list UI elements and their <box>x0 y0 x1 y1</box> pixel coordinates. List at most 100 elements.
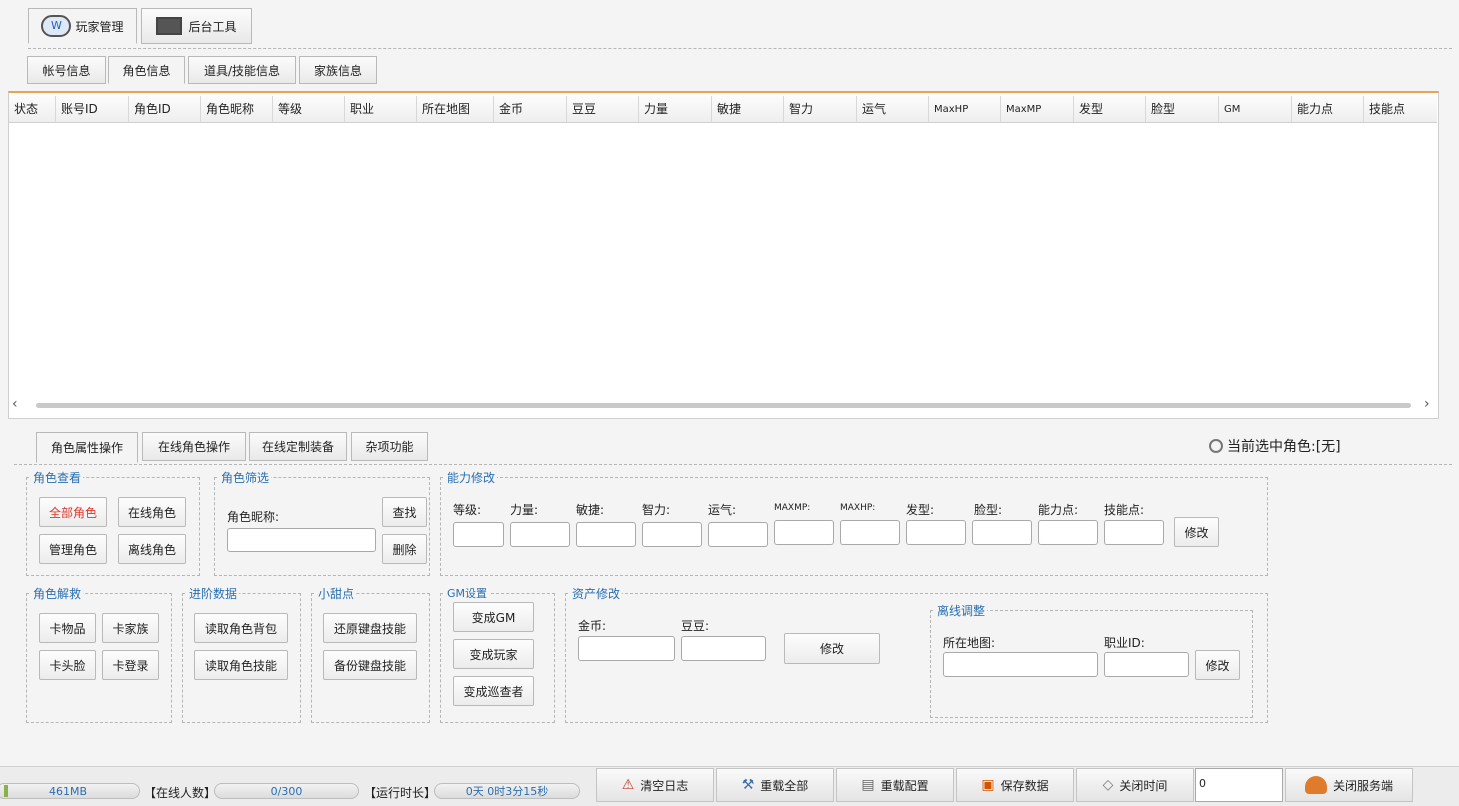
offline-roles-button[interactable]: 离线角色 <box>118 534 186 564</box>
col-ability-points[interactable]: 能力点 <box>1292 96 1364 123</box>
col-strength[interactable]: 力量 <box>639 96 712 123</box>
reload-all-button[interactable]: ⚒ 重载全部 <box>716 768 834 802</box>
hair-input[interactable] <box>906 520 966 545</box>
scroll-right-icon[interactable]: › <box>1424 396 1436 412</box>
hair-label: 发型: <box>906 503 935 517</box>
ability-modify-button[interactable]: 修改 <box>1174 517 1219 547</box>
make-inspector-button[interactable]: 变成巡查者 <box>453 676 534 706</box>
close-time-button[interactable]: ◇ 关闭时间 <box>1076 768 1194 802</box>
skill-points-input[interactable] <box>1104 520 1164 545</box>
luck-label: 运气: <box>708 503 737 517</box>
beans-input[interactable] <box>681 636 766 661</box>
map-input[interactable] <box>943 652 1098 677</box>
tab-account-info[interactable]: 帐号信息 <box>27 56 106 84</box>
col-status[interactable]: 状态 <box>9 96 56 123</box>
col-gm[interactable]: GM <box>1219 96 1292 123</box>
asset-modify-button[interactable]: 修改 <box>784 633 880 664</box>
offline-modify-button[interactable]: 修改 <box>1195 650 1240 680</box>
col-maxmp[interactable]: MaxMP <box>1001 96 1074 123</box>
col-role-name[interactable]: 角色昵称 <box>201 96 273 123</box>
reload-config-button[interactable]: ▤ 重载配置 <box>836 768 954 802</box>
luck-input[interactable] <box>708 522 768 547</box>
maxmp-input[interactable] <box>774 520 834 545</box>
col-role-id[interactable]: 角色ID <box>129 96 201 123</box>
divider <box>14 464 1452 465</box>
tab-admin-tools[interactable]: 后台工具 <box>141 8 252 44</box>
stuck-item-button[interactable]: 卡物品 <box>39 613 96 643</box>
make-player-button[interactable]: 变成玩家 <box>453 639 534 669</box>
online-count-value: 0/300 <box>270 784 303 798</box>
agility-input[interactable] <box>576 522 636 547</box>
browser-icon: W <box>41 15 72 37</box>
role-name-input[interactable] <box>227 528 376 552</box>
read-skills-button[interactable]: 读取角色技能 <box>194 650 288 680</box>
tab-player-management[interactable]: W 玩家管理 <box>28 8 137 44</box>
warning-icon: ⚠ <box>621 777 635 793</box>
col-job[interactable]: 职业 <box>345 96 417 123</box>
shutdown-server-button[interactable]: 关闭服务端 <box>1285 768 1413 802</box>
scroll-left-icon[interactable]: ‹ <box>12 396 24 412</box>
eraser-icon: ◇ <box>1102 777 1114 793</box>
make-gm-button[interactable]: 变成GM <box>453 602 534 632</box>
tab-online-role-ops[interactable]: 在线角色操作 <box>142 432 246 461</box>
level-input[interactable] <box>453 522 504 547</box>
backup-keyboard-skills-button[interactable]: 备份键盘技能 <box>323 650 417 680</box>
runtime-bar: 0天 0时3分15秒 <box>434 783 580 799</box>
runtime-label: 【运行时长】 <box>364 786 437 800</box>
find-button[interactable]: 查找 <box>382 497 427 527</box>
restore-keyboard-skills-button[interactable]: 还原键盘技能 <box>323 613 417 643</box>
col-face[interactable]: 脸型 <box>1146 96 1219 123</box>
table-header: 状态 账号ID 角色ID 角色昵称 等级 职业 所在地图 金币 豆豆 力量 敏捷… <box>9 96 1437 123</box>
col-beans[interactable]: 豆豆 <box>567 96 639 123</box>
ability-points-label: 能力点: <box>1038 503 1079 517</box>
strength-label: 力量: <box>510 503 539 517</box>
tab-item-skill-info[interactable]: 道具/技能信息 <box>188 56 296 84</box>
horizontal-scrollbar[interactable] <box>36 403 1411 408</box>
all-roles-button[interactable]: 全部角色 <box>39 497 107 527</box>
tab-custom-equip[interactable]: 在线定制装备 <box>249 432 347 461</box>
box-icon: ▣ <box>981 777 995 793</box>
col-map[interactable]: 所在地图 <box>417 96 494 123</box>
col-maxhp[interactable]: MaxHP <box>929 96 1001 123</box>
agility-label: 敏捷: <box>576 503 605 517</box>
memory-fill <box>4 785 8 797</box>
tab-family-info[interactable]: 家族信息 <box>299 56 377 84</box>
stuck-family-button[interactable]: 卡家族 <box>102 613 159 643</box>
col-intelligence[interactable]: 智力 <box>784 96 857 123</box>
col-skill-points[interactable]: 技能点 <box>1364 96 1430 123</box>
maxhp-input[interactable] <box>840 520 900 545</box>
role-table[interactable] <box>8 91 1439 419</box>
online-roles-button[interactable]: 在线角色 <box>118 497 186 527</box>
clear-log-button[interactable]: ⚠ 清空日志 <box>596 768 714 802</box>
col-agility[interactable]: 敏捷 <box>712 96 784 123</box>
hammer-icon: ⚒ <box>741 777 755 793</box>
tab-role-attr-ops[interactable]: 角色属性操作 <box>36 432 138 463</box>
divider <box>28 48 1452 49</box>
col-gold[interactable]: 金币 <box>494 96 567 123</box>
intelligence-input[interactable] <box>642 522 702 547</box>
tab-label: 玩家管理 <box>75 19 124 34</box>
gold-input[interactable] <box>578 636 675 661</box>
tab-role-info[interactable]: 角色信息 <box>108 56 185 84</box>
strength-input[interactable] <box>510 522 570 547</box>
read-bag-button[interactable]: 读取角色背包 <box>194 613 288 643</box>
online-count-label: 【在线人数】 <box>144 786 217 800</box>
tab-misc[interactable]: 杂项功能 <box>351 432 428 461</box>
time-input[interactable]: 0 <box>1195 768 1283 802</box>
face-input[interactable] <box>972 520 1032 545</box>
ability-points-input[interactable] <box>1038 520 1098 545</box>
skill-points-label: 技能点: <box>1104 503 1145 517</box>
job-id-label: 职业ID: <box>1104 636 1145 650</box>
save-data-button[interactable]: ▣ 保存数据 <box>956 768 1074 802</box>
stuck-face-button[interactable]: 卡头脸 <box>39 650 96 680</box>
current-role-text: 当前选中角色:[无] <box>1227 439 1341 455</box>
delete-button[interactable]: 删除 <box>382 534 427 564</box>
col-level[interactable]: 等级 <box>273 96 345 123</box>
col-luck[interactable]: 运气 <box>857 96 929 123</box>
gold-label: 金币: <box>578 619 607 633</box>
col-hair[interactable]: 发型 <box>1074 96 1146 123</box>
job-id-input[interactable] <box>1104 652 1189 677</box>
admin-roles-button[interactable]: 管理角色 <box>39 534 107 564</box>
stuck-login-button[interactable]: 卡登录 <box>102 650 159 680</box>
col-account-id[interactable]: 账号ID <box>56 96 129 123</box>
